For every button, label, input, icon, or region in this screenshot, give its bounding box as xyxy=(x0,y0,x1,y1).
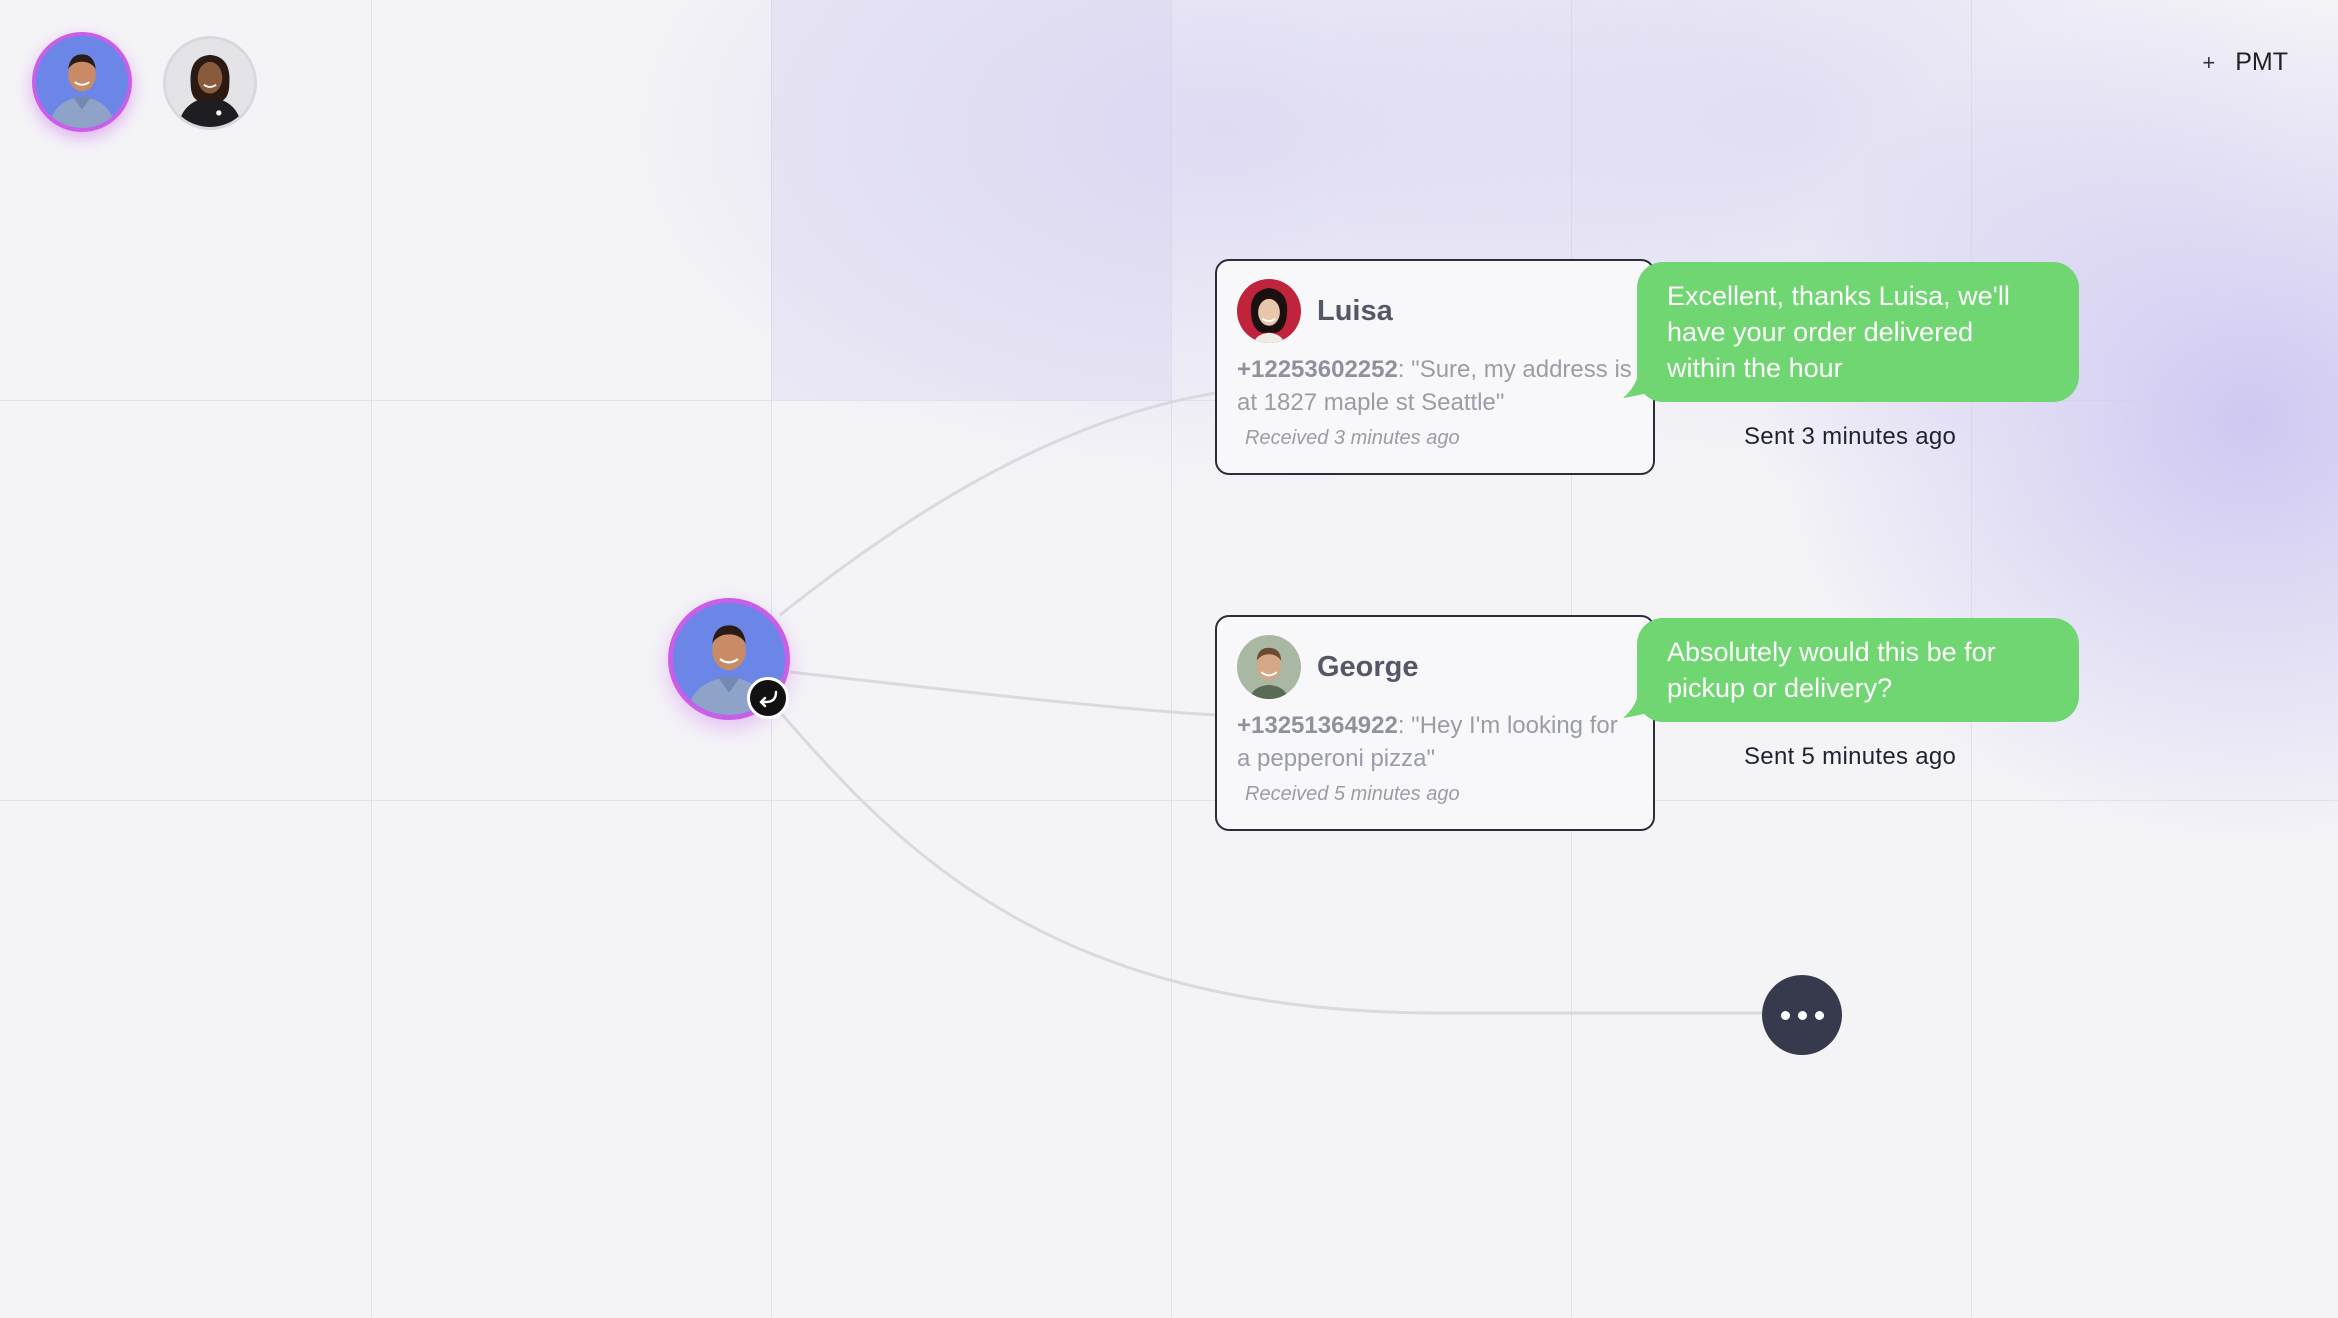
message-preview: +12253602252: "Sure, my address is at 18… xyxy=(1237,353,1633,419)
active-agent-hub[interactable] xyxy=(668,598,790,720)
bubble-tail xyxy=(1623,690,1651,718)
sent-time-luisa: Sent 3 minutes ago xyxy=(1744,423,1957,450)
reply-text: Absolutely would this be for pickup or d… xyxy=(1667,637,1996,703)
message-preview: +13251364922: "Hey I'm looking for a pep… xyxy=(1237,709,1633,775)
contact-phone: +12253602252 xyxy=(1237,356,1398,383)
contact-name: George xyxy=(1317,650,1419,683)
contact-avatar xyxy=(1237,635,1301,699)
plus-icon: + xyxy=(2202,49,2216,75)
person-avatar-icon xyxy=(36,36,128,128)
reply-bubble-luisa: Excellent, thanks Luisa, we'll have your… xyxy=(1623,262,2079,402)
bubble-tail xyxy=(1623,370,1651,398)
sent-time-george: Sent 5 minutes ago xyxy=(1744,743,1957,770)
conversation-card-luisa[interactable]: Luisa +12253602252: "Sure, my address is… xyxy=(1215,259,1655,475)
contact-name: Luisa xyxy=(1317,294,1393,327)
person-avatar-icon xyxy=(1237,635,1301,699)
person-avatar-icon xyxy=(166,39,254,127)
add-pmt-label: PMT xyxy=(2235,48,2288,76)
reply-bubble-george: Absolutely would this be for pickup or d… xyxy=(1623,618,2079,722)
add-pmt-button[interactable]: + PMT xyxy=(2202,48,2288,77)
more-dots-icon[interactable] xyxy=(1762,975,1842,1055)
contact-phone: +13251364922 xyxy=(1237,712,1398,739)
reply-text: Excellent, thanks Luisa, we'll have your… xyxy=(1667,281,2010,383)
person-avatar-icon xyxy=(1237,279,1301,343)
agent-avatar-2[interactable] xyxy=(163,36,257,130)
agent-avatar-1[interactable] xyxy=(32,32,132,132)
received-time: Received 5 minutes ago xyxy=(1245,783,1460,805)
conversation-card-george[interactable]: George +13251364922: "Hey I'm looking fo… xyxy=(1215,615,1655,831)
contact-avatar xyxy=(1237,279,1301,343)
received-time: Received 3 minutes ago xyxy=(1245,427,1460,449)
reply-arrow-icon xyxy=(747,677,789,719)
